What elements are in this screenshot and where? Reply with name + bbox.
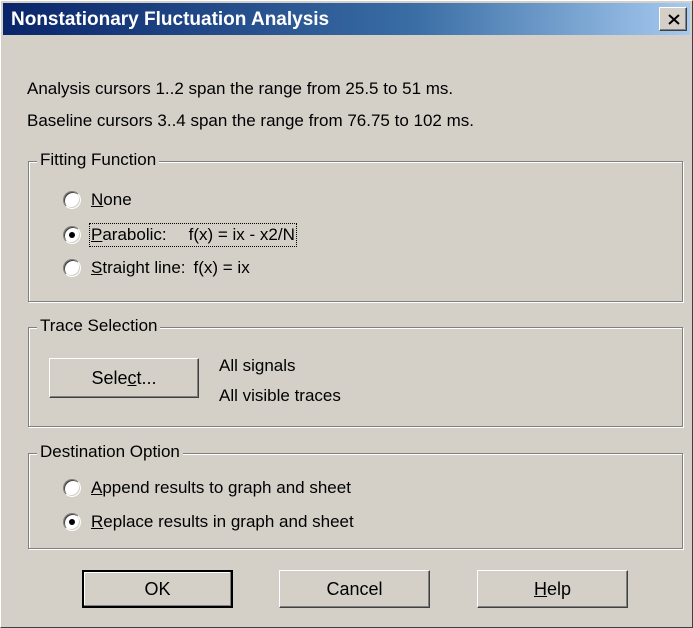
destination-option-replace[interactable]: Replace results in graph and sheet bbox=[63, 512, 463, 534]
fitting-function-group: Fitting Function None Parabolic: f(x) = i… bbox=[28, 150, 683, 302]
radio-none[interactable] bbox=[63, 191, 81, 209]
fitting-option-straight-line[interactable]: Straight line: f(x) = ix bbox=[63, 258, 383, 280]
fitting-option-parabolic[interactable]: Parabolic: f(x) = ix - x2/N bbox=[63, 223, 383, 247]
destination-option-replace-label: Replace results in graph and sheet bbox=[91, 512, 354, 531]
close-button[interactable] bbox=[659, 7, 687, 31]
window-title: Nonstationary Fluctuation Analysis bbox=[11, 9, 330, 30]
fitting-option-none[interactable]: None bbox=[63, 190, 263, 212]
destination-option-append[interactable]: Append results to graph and sheet bbox=[63, 478, 463, 500]
destination-option-append-label: Append results to graph and sheet bbox=[91, 478, 351, 497]
destination-option-legend: Destination Option bbox=[37, 442, 183, 462]
baseline-range-text: Baseline cursors 3..4 span the range fro… bbox=[27, 111, 474, 130]
fitting-option-none-label: None bbox=[91, 190, 132, 209]
traces-text: All visible traces bbox=[219, 386, 341, 405]
close-icon bbox=[668, 14, 680, 25]
title-bar[interactable]: Nonstationary Fluctuation Analysis bbox=[3, 3, 690, 35]
signals-text: All signals bbox=[219, 356, 296, 375]
ok-button[interactable]: OK bbox=[82, 570, 233, 608]
fitting-function-legend: Fitting Function bbox=[37, 150, 160, 170]
radio-straight-line[interactable] bbox=[63, 259, 81, 277]
radio-replace[interactable] bbox=[63, 513, 81, 531]
fitting-option-parabolic-label: Parabolic: f(x) = ix - x2/N bbox=[89, 223, 297, 247]
parabolic-formula: f(x) = ix - x2/N bbox=[188, 225, 295, 244]
dialog-window: Nonstationary Fluctuation Analysis Analy… bbox=[0, 0, 693, 628]
cancel-button[interactable]: Cancel bbox=[279, 570, 430, 608]
trace-selection-legend: Trace Selection bbox=[37, 316, 161, 336]
select-traces-button[interactable]: Select... bbox=[49, 358, 199, 398]
radio-parabolic[interactable] bbox=[63, 226, 81, 244]
fitting-option-straight-line-label: Straight line: f(x) = ix bbox=[91, 258, 250, 277]
destination-option-group: Destination Option Append results to gra… bbox=[28, 442, 683, 549]
straight-line-formula: f(x) = ix bbox=[193, 258, 250, 277]
radio-append[interactable] bbox=[63, 479, 81, 497]
help-button[interactable]: Help bbox=[477, 570, 628, 608]
analysis-range-text: Analysis cursors 1..2 span the range fro… bbox=[27, 79, 454, 98]
trace-selection-group: Trace Selection Select... All signals Al… bbox=[28, 316, 683, 427]
